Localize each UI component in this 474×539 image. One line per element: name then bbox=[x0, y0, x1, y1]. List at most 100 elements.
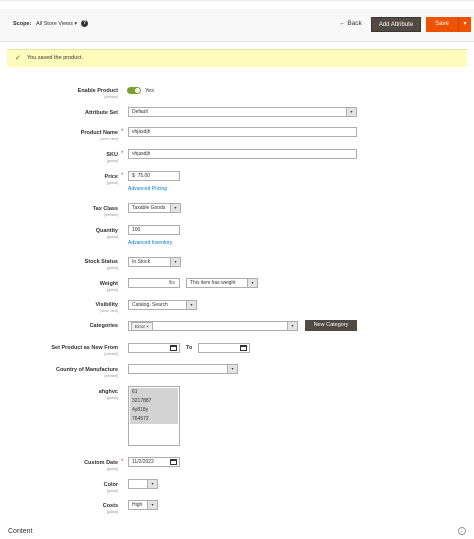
back-button[interactable]: ← Back bbox=[339, 20, 362, 27]
product-name-label: Product Name bbox=[80, 130, 118, 136]
attribute-set-select[interactable]: Default ▾ bbox=[128, 107, 357, 117]
product-name-input[interactable]: vhjasdjh bbox=[128, 127, 357, 137]
chevron-down-icon: ▾ bbox=[463, 21, 467, 27]
enable-product-label: Enable Product bbox=[77, 88, 118, 94]
weight-scope: [global] bbox=[106, 288, 118, 292]
calendar-icon[interactable] bbox=[240, 345, 247, 351]
save-button[interactable]: Save bbox=[426, 17, 459, 32]
sku-input[interactable]: vhjasdjh bbox=[128, 149, 357, 159]
check-icon: ✓ bbox=[15, 55, 21, 62]
color-label: Color bbox=[103, 482, 118, 488]
custom-date-scope: [global] bbox=[106, 467, 118, 471]
scope-label: Scope: bbox=[13, 21, 32, 27]
sku-label: SKU bbox=[106, 152, 118, 158]
scope-value: All Store Views bbox=[36, 21, 73, 27]
multiselect-option[interactable]: 764572 bbox=[130, 415, 178, 424]
required-marker: * bbox=[121, 459, 124, 465]
new-from-label: Set Product as New From bbox=[51, 345, 118, 351]
enable-product-scope: [website] bbox=[104, 95, 118, 99]
calendar-icon[interactable] bbox=[170, 459, 177, 465]
categories-label: Categories bbox=[89, 323, 118, 329]
ahghvc-label: ahghvc bbox=[98, 389, 118, 395]
quantity-label: Quantity bbox=[95, 228, 118, 234]
custom-date-label: Custom Date bbox=[84, 460, 118, 466]
sku-scope: [global] bbox=[106, 159, 118, 163]
costs-label: Costs bbox=[102, 503, 118, 509]
weight-type-value: This item has weight bbox=[190, 280, 236, 286]
weight-label: Weight bbox=[99, 281, 118, 287]
price-value: 75.00 bbox=[137, 173, 151, 179]
visibility-scope: [store view] bbox=[100, 309, 118, 313]
add-attribute-button[interactable]: Add Attribute bbox=[371, 17, 421, 32]
quantity-scope: [global] bbox=[106, 235, 118, 239]
stock-status-select[interactable]: In Stock ▾ bbox=[128, 257, 181, 267]
custom-date-input[interactable]: 11/2/2022 bbox=[128, 457, 180, 467]
color-scope: [global] bbox=[106, 489, 118, 493]
quantity-input[interactable]: 100 bbox=[128, 225, 180, 235]
advanced-pricing-link[interactable]: Advanced Pricing bbox=[128, 186, 167, 192]
country-label: Country of Manufacture bbox=[55, 367, 118, 373]
chevron-down-icon: ▾ bbox=[147, 501, 157, 509]
chevron-down-icon: ▾ bbox=[147, 480, 157, 488]
stock-status-value: In Stock bbox=[132, 259, 151, 265]
chevron-down-icon: ▾ bbox=[170, 258, 180, 266]
new-to-input[interactable] bbox=[198, 343, 250, 353]
stock-status-scope: [global] bbox=[106, 266, 118, 270]
scope-switcher[interactable]: All Store Views ▾ bbox=[36, 21, 77, 27]
multiselect-option[interactable]: 3217887 bbox=[130, 397, 178, 406]
success-message-text: You saved the product. bbox=[27, 55, 84, 61]
product-name-scope: [store view] bbox=[100, 137, 118, 141]
chevron-down-icon: ▾ bbox=[170, 204, 180, 212]
calendar-icon[interactable] bbox=[170, 345, 177, 351]
multiselect-option[interactable]: 61 bbox=[130, 388, 178, 397]
multiselect-option[interactable]: 4y818y bbox=[130, 406, 178, 415]
category-tag-label: Error bbox=[135, 324, 145, 329]
visibility-label: Visibility bbox=[95, 302, 118, 308]
ahghvc-scope: [global] bbox=[106, 396, 118, 400]
ahghvc-multiselect[interactable]: 61 3217887 4y818y 764572 bbox=[128, 386, 180, 446]
price-scope: [global] bbox=[106, 181, 118, 185]
weight-input[interactable]: lbs bbox=[128, 278, 180, 288]
top-divider bbox=[0, 0, 474, 1]
custom-date-value: 11/2/2022 bbox=[132, 459, 154, 465]
content-section-title[interactable]: Content bbox=[8, 528, 33, 535]
close-icon[interactable]: × bbox=[146, 324, 149, 329]
required-marker: * bbox=[121, 151, 124, 157]
tax-class-select[interactable]: Taxable Goods ▾ bbox=[128, 203, 181, 213]
price-label: Price bbox=[104, 174, 118, 180]
costs-select[interactable]: High ▾ bbox=[128, 500, 158, 510]
arrow-left-icon: ← bbox=[339, 20, 346, 27]
chevron-down-icon: ▾ bbox=[346, 108, 356, 116]
save-options-toggle[interactable]: ▾ bbox=[459, 17, 471, 32]
country-select[interactable]: ▾ bbox=[128, 364, 238, 374]
new-from-scope: [website] bbox=[104, 352, 118, 356]
price-input[interactable]: $ 75.00 bbox=[128, 171, 180, 181]
tax-class-value: Taxable Goods bbox=[132, 205, 166, 211]
new-to-label: To bbox=[186, 345, 193, 351]
chevron-down-icon: ▾ bbox=[74, 21, 78, 27]
required-marker: * bbox=[121, 173, 124, 179]
attribute-set-label: Attribute Set bbox=[85, 110, 118, 116]
new-from-input[interactable] bbox=[128, 343, 180, 353]
visibility-select[interactable]: Catalog, Search ▾ bbox=[128, 300, 197, 310]
tax-class-label: Tax Class bbox=[92, 206, 118, 212]
enable-product-value: Yes bbox=[145, 88, 154, 94]
chevron-down-icon: ▾ bbox=[186, 301, 196, 309]
chevron-down-icon: ▾ bbox=[287, 322, 297, 330]
costs-scope: [global] bbox=[106, 510, 118, 514]
advanced-inventory-link[interactable]: Advanced Inventory bbox=[128, 240, 172, 246]
weight-unit: lbs bbox=[168, 280, 175, 286]
categories-select[interactable]: ▾ bbox=[128, 321, 298, 331]
tax-class-scope: [website] bbox=[104, 213, 118, 217]
toggle-knob bbox=[134, 87, 141, 94]
back-label: Back bbox=[347, 20, 362, 27]
weight-type-select[interactable]: This item has weight ▾ bbox=[186, 278, 258, 288]
chevron-down-icon: ▾ bbox=[227, 365, 237, 373]
attribute-set-value: Default bbox=[132, 109, 148, 115]
color-select[interactable]: ▾ bbox=[128, 479, 158, 489]
category-tag[interactable]: Error × bbox=[131, 322, 153, 331]
help-icon[interactable]: ? bbox=[81, 20, 88, 27]
new-category-button[interactable]: New Category bbox=[305, 320, 357, 331]
country-scope: [website] bbox=[104, 374, 118, 378]
chevron-down-icon[interactable]: ⌄ bbox=[458, 527, 466, 535]
